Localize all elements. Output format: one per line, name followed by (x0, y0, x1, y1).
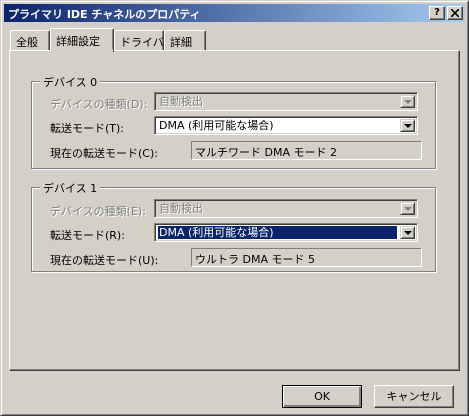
close-button[interactable] (447, 6, 463, 20)
device-0-mode-label: 転送モード(T): (50, 122, 125, 135)
chevron-down-icon (404, 207, 412, 211)
device-1-current-value: ウルトラ DMA モード 5 (195, 253, 315, 266)
device-1-type-label: デバイスの種類(E): (50, 205, 146, 218)
device-0-current-field: マルチワード DMA モード 2 (191, 141, 422, 160)
help-button[interactable]: ? (429, 6, 445, 20)
device-0-mode-dropdown[interactable]: DMA (利用可能な場合) (154, 116, 418, 135)
active-tab-joint (51, 49, 113, 52)
tab-label: 詳細 (170, 36, 192, 49)
dropdown-button[interactable] (400, 119, 415, 132)
device-0-mode-value: DMA (利用可能な場合) (159, 119, 274, 132)
tab-label: 詳細設定 (56, 35, 100, 48)
device-1-title: デバイス 1 (40, 180, 101, 196)
tab-label: 全般 (16, 36, 38, 49)
tab-general[interactable]: 全般 (10, 30, 50, 50)
device-0-type-label: デバイスの種類(D): (50, 98, 148, 111)
device-1-type-dropdown[interactable]: 自動検出 (154, 199, 418, 218)
help-icon: ? (434, 7, 440, 18)
close-icon (451, 9, 459, 17)
device-0-type-dropdown[interactable]: 自動検出 (154, 92, 418, 111)
cancel-button[interactable]: キャンセル (374, 385, 454, 408)
device-1-type-value: 自動検出 (159, 202, 203, 215)
device-0-current-label: 現在の転送モード(C): (50, 147, 158, 160)
device-1-mode-value: DMA (利用可能な場合) (157, 225, 398, 240)
dropdown-button[interactable] (400, 226, 415, 239)
dropdown-button[interactable] (400, 202, 415, 215)
device-0-title: デバイス 0 (40, 74, 101, 90)
chevron-down-icon (404, 100, 412, 104)
device-0-type-value: 自動検出 (159, 95, 203, 108)
device-1-mode-label: 転送モード(R): (50, 229, 125, 242)
dropdown-button[interactable] (400, 95, 415, 108)
chevron-down-icon (404, 124, 412, 128)
properties-dialog: プライマリ IDE チャネルのプロパティ ? 全般 詳細設定 ドライバ 詳細 デ… (0, 0, 469, 416)
device-0-current-value: マルチワード DMA モード 2 (195, 146, 337, 159)
tab-label: ドライバ (120, 36, 164, 49)
device-1-mode-dropdown[interactable]: DMA (利用可能な場合) (154, 223, 418, 242)
window-title: プライマリ IDE チャネルのプロパティ (8, 8, 201, 21)
title-bar[interactable]: プライマリ IDE チャネルのプロパティ ? (4, 4, 465, 22)
ok-button[interactable]: OK (282, 385, 362, 408)
tab-details[interactable]: 詳細 (164, 30, 206, 50)
tab-driver[interactable]: ドライバ (114, 30, 164, 50)
device-1-current-field: ウルトラ DMA モード 5 (191, 248, 422, 267)
device-1-current-label: 現在の転送モード(U): (50, 254, 159, 267)
chevron-down-icon (404, 231, 412, 235)
